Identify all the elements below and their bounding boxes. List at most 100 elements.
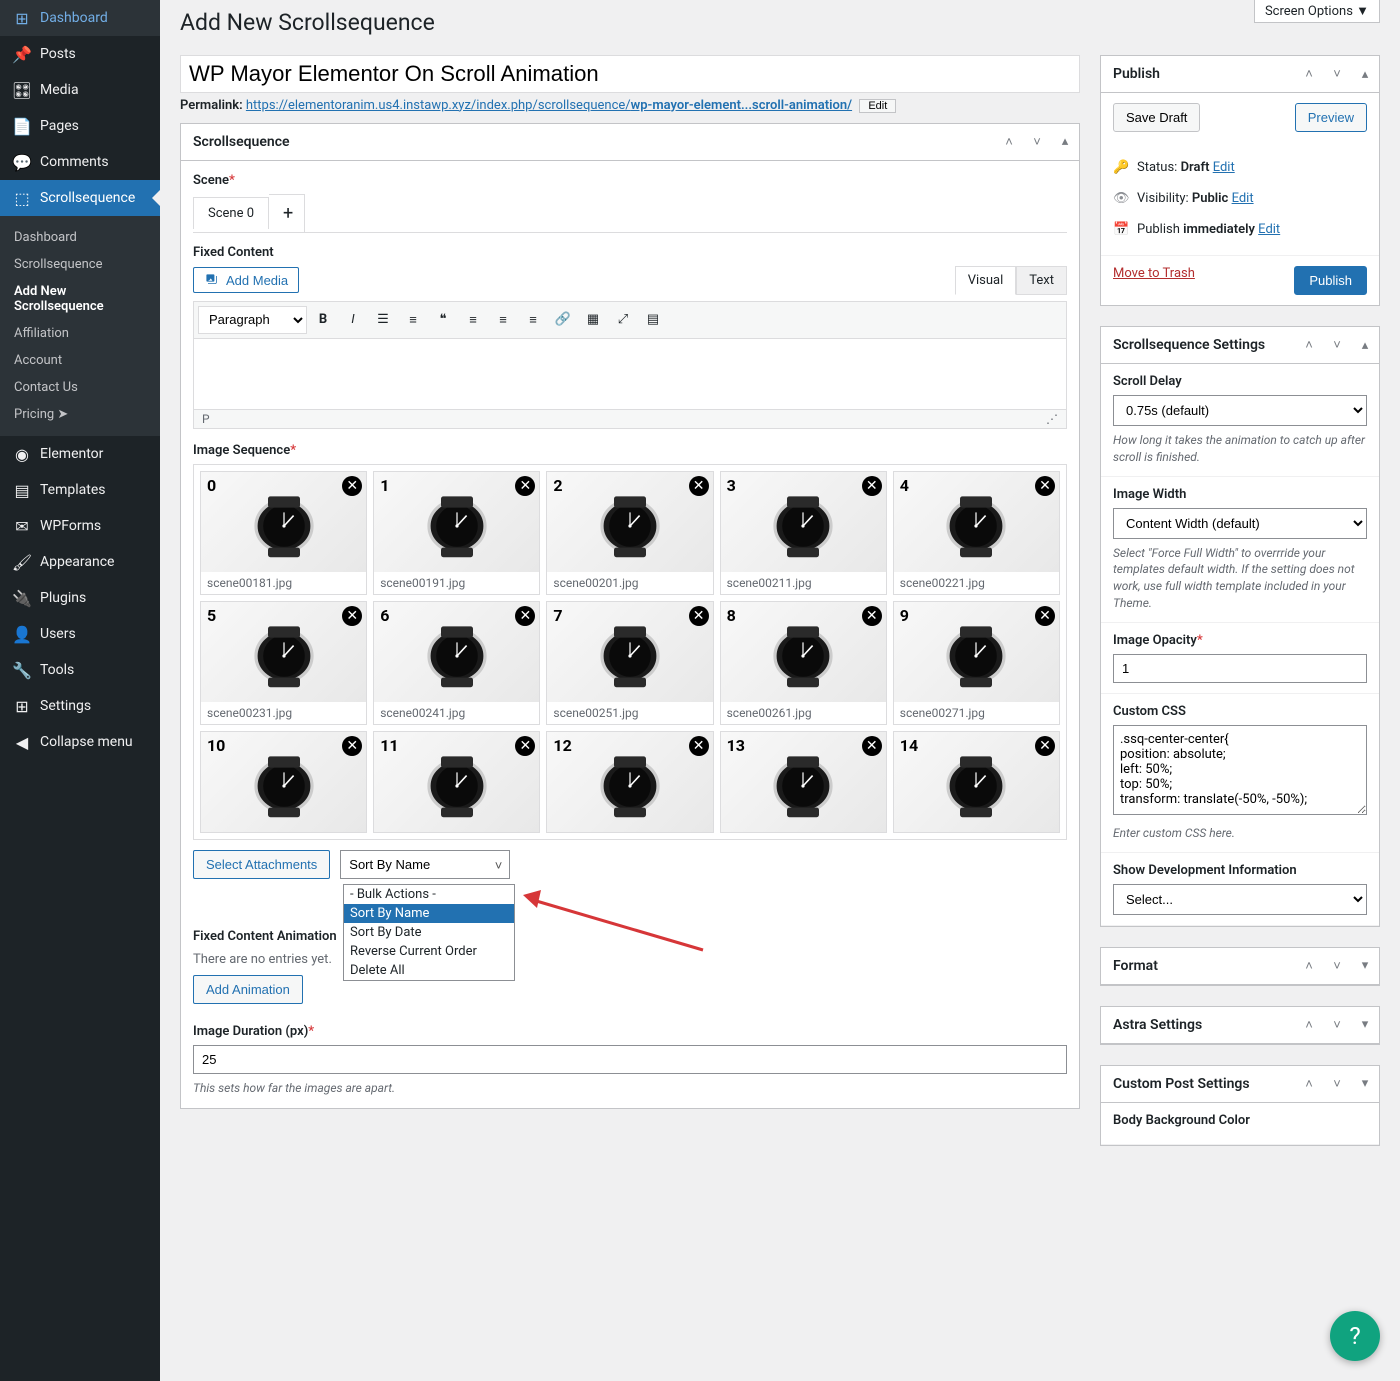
scene-tab-0[interactable]: Scene 0	[193, 197, 269, 229]
preview-button[interactable]: Preview	[1295, 103, 1367, 132]
submenu-item[interactable]: Add New Scrollsequence	[0, 278, 160, 320]
sidebar-item-templates[interactable]: ▤Templates	[0, 472, 160, 508]
image-item[interactable]: 12✕	[546, 731, 713, 833]
visual-tab[interactable]: Visual	[955, 266, 1017, 295]
sidebar-item-collapse-menu[interactable]: ◀Collapse menu	[0, 724, 160, 760]
add-scene-button[interactable]: +	[269, 194, 305, 232]
text-tab[interactable]: Text	[1016, 266, 1067, 295]
remove-image-icon[interactable]: ✕	[342, 736, 362, 756]
image-item[interactable]: 10✕	[200, 731, 367, 833]
toolbar-toggle-icon[interactable]: ▤	[639, 306, 667, 334]
toggle-panel-icon[interactable]: ▴	[1351, 56, 1379, 92]
submenu-item[interactable]: Pricing ➤	[0, 401, 160, 428]
remove-image-icon[interactable]: ✕	[515, 476, 535, 496]
sidebar-item-appearance[interactable]: 🖌Appearance	[0, 544, 160, 580]
move-down-icon[interactable]: ˅	[1323, 948, 1351, 984]
submenu-item[interactable]: Contact Us	[0, 374, 160, 401]
move-up-icon[interactable]: ˄	[995, 124, 1023, 160]
image-item[interactable]: 9✕scene00271.jpg	[893, 601, 1060, 725]
add-media-button[interactable]: Add Media	[193, 267, 299, 293]
sort-select[interactable]: Sort By Name	[340, 850, 510, 879]
image-item[interactable]: 3✕scene00211.jpg	[720, 471, 887, 595]
italic-icon[interactable]: I	[339, 306, 367, 334]
image-item[interactable]: 8✕scene00261.jpg	[720, 601, 887, 725]
toggle-panel-icon[interactable]: ▾	[1351, 948, 1379, 984]
remove-image-icon[interactable]: ✕	[689, 476, 709, 496]
remove-image-icon[interactable]: ✕	[342, 476, 362, 496]
screen-options-button[interactable]: Screen Options ▼	[1254, 0, 1380, 23]
sidebar-item-posts[interactable]: 📌Posts	[0, 36, 160, 72]
image-item[interactable]: 4✕scene00221.jpg	[893, 471, 1060, 595]
remove-image-icon[interactable]: ✕	[342, 606, 362, 626]
remove-image-icon[interactable]: ✕	[515, 736, 535, 756]
image-item[interactable]: 6✕scene00241.jpg	[373, 601, 540, 725]
help-button[interactable]: ?	[1330, 1311, 1380, 1361]
more-icon[interactable]: ▦	[579, 306, 607, 334]
move-down-icon[interactable]: ˅	[1323, 56, 1351, 92]
toggle-panel-icon[interactable]: ▾	[1351, 1066, 1379, 1102]
image-item[interactable]: 2✕scene00201.jpg	[546, 471, 713, 595]
submenu-item[interactable]: Dashboard	[0, 224, 160, 251]
align-right-icon[interactable]: ≡	[519, 306, 547, 334]
move-to-trash-link[interactable]: Move to Trash	[1113, 266, 1195, 295]
sidebar-item-scrollsequence[interactable]: ⬚Scrollsequence	[0, 180, 160, 216]
numbered-list-icon[interactable]: ≡	[399, 306, 427, 334]
sort-option[interactable]: Sort By Name	[344, 904, 514, 923]
sidebar-item-users[interactable]: 👤Users	[0, 616, 160, 652]
image-width-select[interactable]: Content Width (default)	[1113, 508, 1367, 539]
move-up-icon[interactable]: ˄	[1295, 948, 1323, 984]
sort-option[interactable]: Delete All	[344, 961, 514, 980]
sort-option[interactable]: - Bulk Actions -	[344, 885, 514, 904]
image-item[interactable]: 1✕scene00191.jpg	[373, 471, 540, 595]
sidebar-item-plugins[interactable]: 🔌Plugins	[0, 580, 160, 616]
submenu-item[interactable]: Affiliation	[0, 320, 160, 347]
move-down-icon[interactable]: ˅	[1323, 327, 1351, 363]
resize-handle-icon[interactable]: ⋰	[1046, 412, 1058, 426]
sidebar-item-wpforms[interactable]: ✉WPForms	[0, 508, 160, 544]
remove-image-icon[interactable]: ✕	[862, 476, 882, 496]
remove-image-icon[interactable]: ✕	[1035, 736, 1055, 756]
sort-option[interactable]: Sort By Date	[344, 923, 514, 942]
move-down-icon[interactable]: ˅	[1023, 124, 1051, 160]
image-item[interactable]: 5✕scene00231.jpg	[200, 601, 367, 725]
move-up-icon[interactable]: ˄	[1295, 56, 1323, 92]
sidebar-item-pages[interactable]: 📄Pages	[0, 108, 160, 144]
align-left-icon[interactable]: ≡	[459, 306, 487, 334]
sidebar-item-tools[interactable]: 🔧Tools	[0, 652, 160, 688]
submenu-item[interactable]: Scrollsequence	[0, 251, 160, 278]
link-icon[interactable]: 🔗	[549, 306, 577, 334]
toggle-panel-icon[interactable]: ▴	[1051, 124, 1079, 160]
toggle-panel-icon[interactable]: ▾	[1351, 1007, 1379, 1043]
fullscreen-icon[interactable]: ⤢	[609, 306, 637, 334]
scroll-delay-select[interactable]: 0.75s (default)	[1113, 395, 1367, 426]
image-duration-input[interactable]	[193, 1045, 1067, 1074]
sort-option[interactable]: Reverse Current Order	[344, 942, 514, 961]
edit-schedule-link[interactable]: Edit	[1258, 222, 1280, 237]
content-editor[interactable]: P⋰	[193, 339, 1067, 429]
sidebar-item-dashboard[interactable]: ⊞Dashboard	[0, 0, 160, 36]
edit-status-link[interactable]: Edit	[1213, 160, 1235, 175]
image-item[interactable]: 13✕	[720, 731, 887, 833]
remove-image-icon[interactable]: ✕	[515, 606, 535, 626]
sidebar-item-media[interactable]: 🎛Media	[0, 72, 160, 108]
sidebar-item-elementor[interactable]: ◉Elementor	[0, 436, 160, 472]
paragraph-select[interactable]: Paragraph	[198, 306, 307, 334]
move-up-icon[interactable]: ˄	[1295, 327, 1323, 363]
align-center-icon[interactable]: ≡	[489, 306, 517, 334]
remove-image-icon[interactable]: ✕	[1035, 606, 1055, 626]
remove-image-icon[interactable]: ✕	[862, 736, 882, 756]
remove-image-icon[interactable]: ✕	[862, 606, 882, 626]
remove-image-icon[interactable]: ✕	[1035, 476, 1055, 496]
edit-visibility-link[interactable]: Edit	[1232, 191, 1254, 206]
remove-image-icon[interactable]: ✕	[689, 736, 709, 756]
move-up-icon[interactable]: ˄	[1295, 1007, 1323, 1043]
move-down-icon[interactable]: ˅	[1323, 1007, 1351, 1043]
permalink-edit-button[interactable]: Edit	[859, 99, 896, 113]
post-title-input[interactable]	[180, 55, 1080, 93]
move-up-icon[interactable]: ˄	[1295, 1066, 1323, 1102]
image-item[interactable]: 11✕	[373, 731, 540, 833]
image-item[interactable]: 7✕scene00251.jpg	[546, 601, 713, 725]
toggle-panel-icon[interactable]: ▴	[1351, 327, 1379, 363]
sidebar-item-comments[interactable]: 💬Comments	[0, 144, 160, 180]
publish-button[interactable]: Publish	[1294, 266, 1367, 295]
